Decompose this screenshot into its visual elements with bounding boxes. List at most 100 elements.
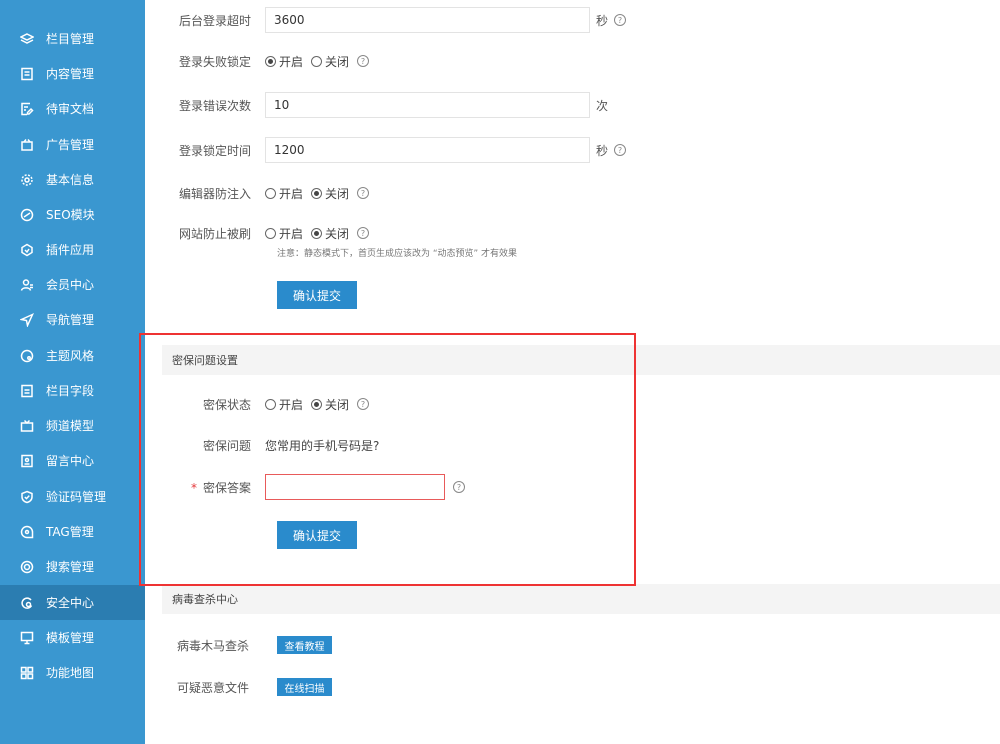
radio-dot-checked bbox=[311, 187, 323, 199]
suspicious-file-label: 可疑恶意文件 bbox=[177, 680, 250, 695]
login-timeout-label: 后台登录超时 bbox=[178, 13, 251, 28]
login-lock-time-unit: 秒 bbox=[596, 143, 609, 158]
login-error-count-row: 登录错误次数 次 bbox=[145, 90, 608, 120]
view-tutorial-button[interactable]: 查看教程 bbox=[277, 636, 332, 654]
sidebar-item-function-map[interactable]: 功能地图 bbox=[0, 655, 145, 690]
sidebar-item-pending[interactable]: 待审文档 bbox=[0, 91, 145, 126]
virus-section-title: 病毒查杀中心 bbox=[162, 584, 1000, 614]
help-icon[interactable]: ? bbox=[357, 227, 370, 239]
sidebar-item-label: 栏目管理 bbox=[46, 32, 95, 46]
sidebar-item-seo[interactable]: SEO模块 bbox=[0, 197, 145, 232]
login-lock-time-label: 登录锁定时间 bbox=[178, 143, 251, 158]
suspicious-file-row: 可疑恶意文件 bbox=[145, 672, 265, 702]
anti-refresh-label: 网站防止被刷 bbox=[178, 226, 251, 241]
ad-icon bbox=[20, 138, 34, 152]
login-error-count-input[interactable] bbox=[265, 92, 590, 118]
seo-icon bbox=[20, 208, 34, 222]
login-lock-on-radio[interactable]: 开启 bbox=[265, 53, 303, 70]
login-lock-time-input[interactable] bbox=[265, 137, 590, 163]
login-error-count-label: 登录错误次数 bbox=[178, 98, 251, 113]
sidebar-item-label: 导航管理 bbox=[46, 313, 95, 327]
login-lock-time-row: 登录锁定时间 秒 ? bbox=[145, 135, 627, 165]
login-timeout-unit: 秒 bbox=[596, 13, 609, 28]
tag-icon bbox=[20, 525, 34, 539]
sidebar-item-security[interactable]: 安全中心 bbox=[0, 585, 145, 620]
sidebar-item-templates[interactable]: 模板管理 bbox=[0, 620, 145, 655]
login-lock-off-radio[interactable]: 关闭 bbox=[311, 53, 349, 70]
navigate-icon bbox=[20, 312, 34, 327]
radio-label: 开启 bbox=[279, 226, 304, 241]
editor-injection-on-radio[interactable]: 开启 bbox=[265, 185, 303, 202]
sidebar-item-label: 插件应用 bbox=[46, 243, 95, 257]
sidebar-item-column-fields[interactable]: 栏目字段 bbox=[0, 373, 145, 408]
theme-icon bbox=[20, 349, 34, 363]
login-error-count-unit: 次 bbox=[596, 98, 609, 113]
sidebar-item-navigation[interactable]: 导航管理 bbox=[0, 302, 145, 337]
help-icon[interactable]: ? bbox=[614, 144, 627, 156]
anti-refresh-off-radio[interactable]: 关闭 bbox=[311, 225, 349, 242]
radio-label: 关闭 bbox=[325, 54, 350, 69]
login-lock-row: 登录失败锁定 开启 关闭 ? bbox=[145, 46, 370, 76]
radio-dot bbox=[265, 227, 276, 239]
trojan-scan-label: 病毒木马查杀 bbox=[177, 638, 250, 653]
shield-check-icon bbox=[20, 490, 34, 504]
editor-injection-label: 编辑器防注入 bbox=[178, 186, 251, 201]
tv-icon bbox=[20, 419, 34, 433]
sidebar-item-captcha[interactable]: 验证码管理 bbox=[0, 479, 145, 514]
radio-label: 开启 bbox=[279, 186, 304, 201]
radio-label: 关闭 bbox=[325, 186, 350, 201]
anti-refresh-on-radio[interactable]: 开启 bbox=[265, 225, 303, 242]
sidebar-item-members[interactable]: 会员中心 bbox=[0, 267, 145, 302]
login-lock-label: 登录失败锁定 bbox=[178, 54, 251, 69]
sidebar-item-plugins[interactable]: 插件应用 bbox=[0, 232, 145, 267]
sidebar-item-column[interactable]: 栏目管理 bbox=[0, 21, 145, 56]
sidebar-item-label: 验证码管理 bbox=[46, 490, 107, 504]
layers-icon bbox=[20, 32, 34, 46]
highlight-box bbox=[139, 333, 636, 586]
sidebar-item-label: 内容管理 bbox=[46, 67, 95, 81]
sidebar-item-label: 广告管理 bbox=[46, 138, 95, 152]
sidebar-item-tag[interactable]: TAG管理 bbox=[0, 514, 145, 549]
sidebar-item-label: 模板管理 bbox=[46, 631, 95, 645]
sidebar-item-ads[interactable]: 广告管理 bbox=[0, 127, 145, 162]
sidebar-item-content[interactable]: 内容管理 bbox=[0, 56, 145, 91]
sidebar-item-label: 基本信息 bbox=[46, 173, 95, 187]
sidebar-item-channel-model[interactable]: 频道模型 bbox=[0, 408, 145, 443]
sidebar-item-label: 安全中心 bbox=[46, 596, 95, 610]
radio-dot-checked bbox=[265, 55, 276, 67]
target-icon bbox=[20, 560, 34, 574]
sidebar-item-label: SEO模块 bbox=[46, 208, 95, 222]
editor-injection-row: 编辑器防注入 开启 关闭 ? bbox=[145, 178, 370, 208]
sidebar-item-label: 频道模型 bbox=[46, 419, 95, 433]
sidebar-item-theme[interactable]: 主题风格 bbox=[0, 338, 145, 373]
sidebar-item-messages[interactable]: 留言中心 bbox=[0, 443, 145, 478]
sidebar: 栏目管理 内容管理 待审文档 广告管理 基本信息 SEO模块 插件应用 会员中心… bbox=[0, 0, 145, 744]
radio-label: 开启 bbox=[279, 54, 304, 69]
sidebar-item-label: 功能地图 bbox=[46, 666, 95, 680]
online-scan-button[interactable]: 在线扫描 bbox=[277, 678, 332, 696]
login-submit-button[interactable]: 确认提交 bbox=[277, 281, 357, 309]
help-icon[interactable]: ? bbox=[357, 187, 370, 199]
radio-label: 关闭 bbox=[325, 226, 350, 241]
grid-icon bbox=[20, 666, 34, 680]
sidebar-item-basic-info[interactable]: 基本信息 bbox=[0, 162, 145, 197]
editor-injection-off-radio[interactable]: 关闭 bbox=[311, 185, 349, 202]
anti-refresh-row: 网站防止被刷 开启 关闭 ? bbox=[145, 218, 370, 248]
security-icon bbox=[20, 596, 34, 610]
message-icon bbox=[20, 454, 34, 468]
monitor-icon bbox=[20, 631, 34, 645]
login-timeout-row: 后台登录超时 秒 ? bbox=[145, 5, 627, 35]
sidebar-item-label: 主题风格 bbox=[46, 349, 95, 363]
trojan-scan-row: 病毒木马查杀 bbox=[145, 630, 265, 660]
radio-dot bbox=[265, 187, 276, 199]
user-icon bbox=[20, 278, 34, 292]
sidebar-item-label: 会员中心 bbox=[46, 278, 95, 292]
login-timeout-input[interactable] bbox=[265, 7, 590, 33]
help-icon[interactable]: ? bbox=[614, 14, 627, 26]
sidebar-item-search[interactable]: 搜索管理 bbox=[0, 549, 145, 584]
help-icon[interactable]: ? bbox=[357, 55, 370, 67]
sidebar-item-label: 栏目字段 bbox=[46, 384, 95, 398]
sidebar-item-label: 待审文档 bbox=[46, 102, 95, 116]
edit-doc-icon bbox=[20, 102, 34, 116]
sidebar-item-label: 留言中心 bbox=[46, 454, 95, 468]
